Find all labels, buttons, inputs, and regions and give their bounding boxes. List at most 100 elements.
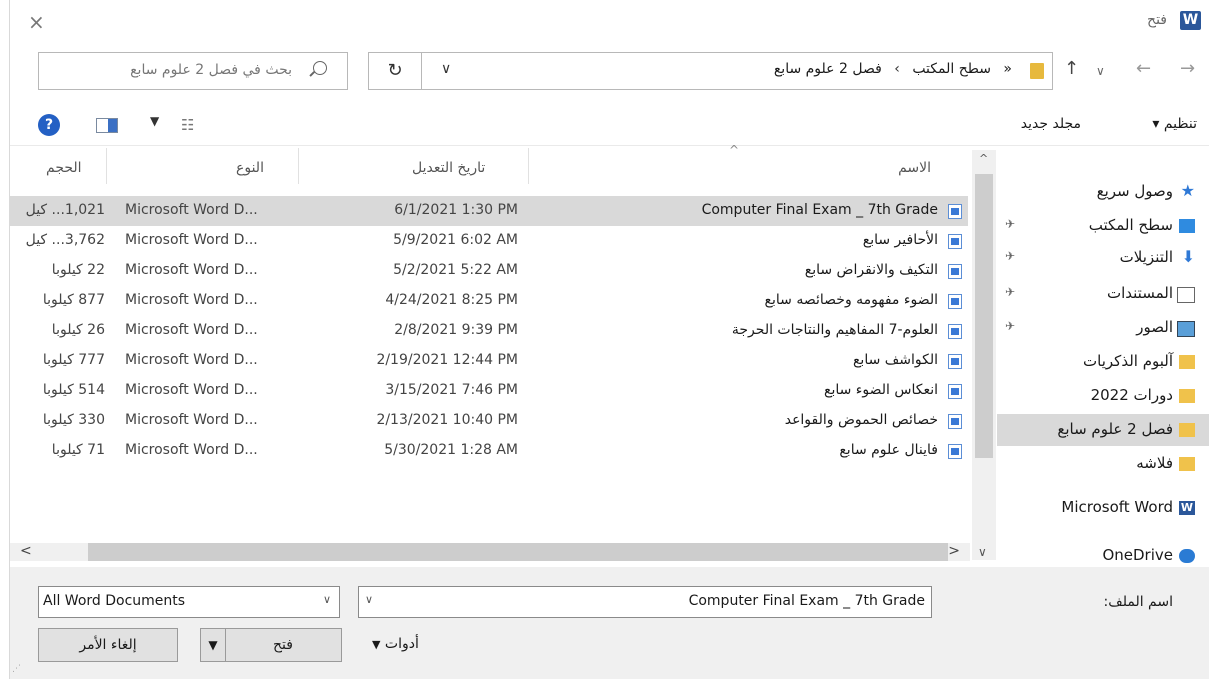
breadcrumb-item-current[interactable]: فصل 2 علوم سابع [774,61,882,77]
back-arrow-icon[interactable]: → [1180,58,1195,79]
sidebar-item[interactable]: سطح المكتب ✈ [997,210,1209,242]
breadcrumb-overflow[interactable]: « [1003,61,1012,77]
scroll-right-icon[interactable]: > [948,543,960,559]
file-date: 5/30/2021 1:28 AM [384,442,518,458]
table-row[interactable]: الكواشف سابع 2/19/2021 12:44 PM Microsoft … [10,346,968,376]
file-size-value: 22 كيلوبا [51,262,105,278]
file-name: الأحافير سابع [862,232,938,248]
dialog-footer [10,567,1209,679]
sidebar-item-label: فصل 2 علوم سابع [1057,420,1173,438]
file-type: Microsoft Word D... [125,352,258,368]
organize-button[interactable]: تنظيم ▾ [1152,116,1197,132]
cancel-button[interactable]: إلغاء الأمر [38,628,178,662]
column-header-name[interactable]: الاسم [898,160,931,176]
sidebar-item[interactable]: الصور ✈ [997,312,1209,344]
breadcrumb: « سطح المكتب › فصل 2 علوم سابع [774,61,1012,77]
file-date: 6/1/2021 1:30 PM [394,202,518,218]
file-type: Microsoft Word D... [125,412,258,428]
vertical-scrollbar[interactable]: ^ [972,150,996,560]
filename-input[interactable]: Computer Final Exam _ 7th Grade ∨ [358,586,932,618]
table-row[interactable]: خصائص الحموض والقواعد 2/13/2021 10:40 PM M… [10,406,968,436]
file-date: 5/2/2021 5:22 AM [393,262,518,278]
preview-pane-icon[interactable] [96,118,118,133]
column-separator[interactable] [528,148,529,184]
table-row[interactable]: الضوء مفهومه وخصائصه سابع 4/24/2021 8:25 … [10,286,968,316]
breadcrumb-item-desktop[interactable]: سطح المكتب [912,61,991,77]
toolbar-divider [10,145,1209,146]
recent-dropdown-icon[interactable]: ∨ [1096,64,1105,78]
sort-caret-icon: ^ [729,143,740,157]
open-button[interactable]: ▼ فتح [200,628,342,662]
table-row[interactable]: Computer Final Exam _ 7th Grade 6/1/2021 … [10,196,968,226]
sidebar-item[interactable]: ★ وصول سريع [997,176,1209,208]
nav-pane-chevron-icon[interactable]: ∨ [978,545,987,559]
sidebar-item[interactable]: W Microsoft Word [997,492,1209,524]
file-size-value: 330 كيلوبا [42,412,105,428]
refresh-icon[interactable]: ↻ [369,53,422,89]
folder-icon [1179,389,1195,403]
file-name: خصائص الحموض والقواعد [784,412,938,428]
resize-grip-icon[interactable]: ⋰ [12,664,21,674]
pin-icon[interactable]: ✈ [1005,285,1015,299]
tools-menu[interactable]: أدوات ▼ [360,636,419,652]
address-dropdown-chevron-icon[interactable]: ∨ [441,61,451,77]
table-row[interactable]: التكيف والانقراض سابع 5/2/2021 5:22 AM Mic… [10,256,968,286]
pin-icon[interactable]: ✈ [1005,319,1015,333]
up-arrow-icon[interactable]: ↑ [1064,58,1079,79]
table-row[interactable]: انعكاس الضوء سابع 3/15/2021 7:46 PM Micros… [10,376,968,406]
word-document-icon [948,414,962,429]
scroll-left-icon[interactable]: < [20,543,32,559]
table-row[interactable]: الأحافير سابع 5/9/2021 6:02 AM Microsoft W… [10,226,968,256]
file-type-value: All Word Documents [43,593,186,609]
column-separator[interactable] [298,148,299,184]
file-type: Microsoft Word D... [125,202,258,218]
star-icon: ★ [1180,181,1195,200]
sidebar-item-label: آلبوم الذكريات [1083,352,1173,370]
filename-dropdown-icon[interactable]: ∨ [365,593,373,606]
column-header-date[interactable]: تاريخ التعديل [412,160,485,176]
pictures-icon [1177,321,1195,337]
help-icon[interactable]: ? [38,114,60,136]
breadcrumb-separator[interactable]: › [894,61,900,77]
scrollbar-thumb[interactable] [975,174,993,458]
sidebar-item-label: سطح المكتب [1088,216,1173,234]
file-date: 5/9/2021 6:02 AM [393,232,518,248]
word-document-icon [948,444,962,459]
close-icon[interactable]: × [28,10,45,34]
open-split-dropdown-icon[interactable]: ▼ [201,629,226,661]
pin-icon[interactable]: ✈ [1005,217,1015,231]
sidebar-item[interactable]: المستندات ✈ [997,278,1209,310]
filename-value: Computer Final Exam _ 7th Grade [688,593,925,609]
new-folder-button[interactable]: مجلد جديد [1021,116,1081,132]
horizontal-scrollbar[interactable]: < > [10,543,970,561]
table-row[interactable]: فاينال علوم سابع 5/30/2021 1:28 AM Microso… [10,436,968,466]
sidebar-item[interactable]: فلاشه [997,448,1209,480]
sidebar-item-label: Microsoft Word [1061,498,1173,516]
view-details-icon[interactable]: ☷ [181,116,194,134]
search-input[interactable]: بحث في فصل 2 علوم سابع [38,52,348,90]
sidebar-item[interactable]: دورات 2022 [997,380,1209,412]
sidebar-item[interactable]: آلبوم الذكريات [997,346,1209,378]
sidebar-item[interactable]: ⬇ التنزيلات ✈ [997,242,1209,274]
chevron-down-icon[interactable]: ∨ [323,593,331,606]
file-size-value: 71 كيلوبا [51,442,105,458]
file-date: 2/8/2021 9:39 PM [394,322,518,338]
scrollbar-thumb[interactable] [88,543,948,561]
scroll-up-icon[interactable]: ^ [979,152,988,165]
search-icon [313,61,327,75]
table-row[interactable]: العلوم-7 المفاهيم والنتاجات الحرجة 2/8/20… [10,316,968,346]
column-header-size[interactable]: الحجم [46,160,82,176]
file-date: 2/13/2021 10:40 PM [376,412,518,428]
word-icon: W [1180,11,1201,30]
view-dropdown-icon[interactable]: ▼ [150,114,159,128]
file-type-select[interactable]: All Word Documents ∨ [38,586,340,618]
forward-arrow-icon[interactable]: ← [1136,58,1151,79]
column-header-type[interactable]: النوع [236,160,264,176]
address-bar[interactable]: ↻ ∨ « سطح المكتب › فصل 2 علوم سابع [368,52,1053,90]
sidebar-item[interactable]: فصل 2 علوم سابع [997,414,1209,446]
onedrive-icon [1179,549,1195,563]
sidebar-item-label: فلاشه [1136,454,1173,472]
column-separator[interactable] [106,148,107,184]
file-date: 2/19/2021 12:44 PM [376,352,518,368]
pin-icon[interactable]: ✈ [1005,249,1015,263]
